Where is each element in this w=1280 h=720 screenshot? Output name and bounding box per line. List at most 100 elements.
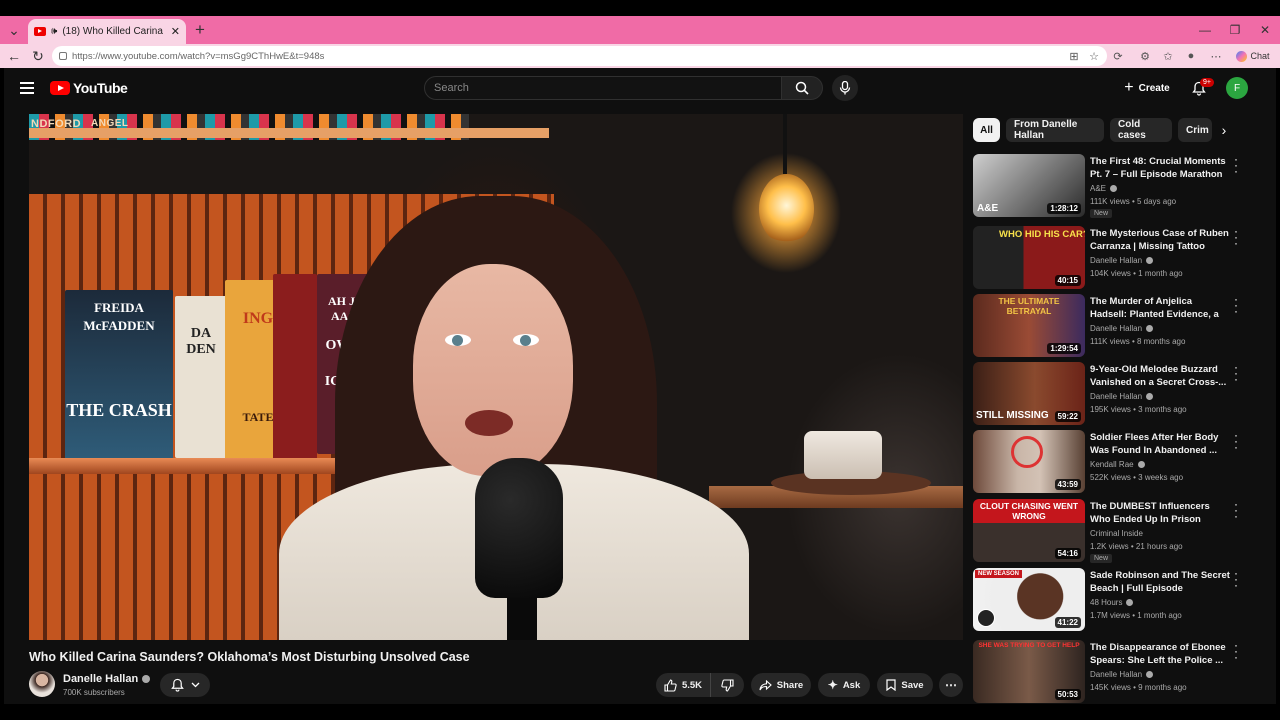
channel-name-text[interactable]: Danelle Hallan [1090,256,1142,265]
like-button[interactable]: 5.5K [656,673,710,697]
channel-name-text[interactable]: A&E [1090,184,1106,193]
channel-name-link[interactable]: Danelle Hallan [63,673,151,685]
video-thumbnail[interactable]: SHE WAS TRYING TO GET HELP 50:53 [973,640,1085,703]
video-title-link[interactable]: Soldier Flees After Her Body Was Found I… [1090,431,1230,457]
create-button[interactable]: + Create [1116,76,1178,100]
kebab-menu-icon[interactable]: · · · [1232,429,1240,453]
tab-list-chevron-icon[interactable]: ⌄ [2,16,26,44]
minimize-icon[interactable]: — [1190,16,1220,44]
chips-next-chevron-icon[interactable]: › [1214,120,1234,140]
thumb-highlight-circle [1011,436,1043,468]
channel-name-text[interactable]: 48 Hours [1090,598,1122,607]
chip-cold-cases[interactable]: Cold cases [1110,118,1172,142]
more-actions-button[interactable]: ⋯ [939,673,963,697]
kebab-menu-icon[interactable]: · · · [1232,498,1240,522]
page-scrollbar-track[interactable] [1264,68,1274,704]
window-close-icon[interactable]: ✕ [1250,16,1280,44]
account-avatar[interactable]: F [1226,77,1248,99]
restore-icon[interactable]: ❐ [1220,16,1250,44]
kebab-menu-icon[interactable]: · · · [1232,153,1240,177]
video-meta: 195K views • 3 months ago [1090,405,1187,414]
app-install-icon[interactable]: ⊞ [1063,44,1085,68]
video-meta: 1.7M views • 1 month ago [1090,611,1182,620]
extensions-puzzle-icon[interactable]: ⚙ [1134,44,1156,68]
thumb-overlay-text: A&E [977,203,999,214]
tab-close-icon[interactable]: ✕ [171,25,180,38]
new-tab-plus-icon[interactable]: + [188,16,212,44]
ask-button[interactable]: ✦ Ask [818,673,870,697]
video-thumbnail[interactable]: WHO HID HIS CAR? 40:15 [973,226,1085,289]
kebab-menu-icon[interactable]: · · · [1232,639,1240,663]
video-meta: 1.2K views • 21 hours ago [1090,542,1183,551]
video-player[interactable]: NDFORD ANGEL FREIDA McFADDEN THE CRASH D… [29,114,963,640]
video-title-link[interactable]: The Mysterious Case of Ruben Carranza | … [1090,227,1230,254]
more-menu-icon[interactable]: ⋯ [1205,44,1227,68]
video-title-link[interactable]: The Disappearance of Ebonee Spears: She … [1090,641,1230,667]
channel-name: Kendall Rae [1090,460,1145,469]
chip-all[interactable]: All [973,118,1000,142]
video-thumbnail[interactable]: A&E 1:28:12 [973,154,1085,217]
kebab-menu-icon[interactable]: · · · [1232,225,1240,249]
channel-name-text[interactable]: Kendall Rae [1090,460,1134,469]
chat-button[interactable]: Chat [1230,44,1276,68]
menu-hamburger-icon[interactable] [20,82,34,94]
video-thumbnail[interactable]: THE ULTIMATE BETRAYAL 1:29:54 [973,294,1085,357]
video-title-link[interactable]: The First 48: Crucial Moments Pt. 7 – Fu… [1090,155,1230,182]
speaker-icon[interactable]: 🕪 [51,26,57,37]
video-frame-book-fourth [273,274,317,460]
channel-name-text[interactable]: Danelle Hallan [1090,670,1142,679]
kebab-menu-icon[interactable]: · · · [1232,567,1240,591]
reload-icon[interactable]: ↻ [26,44,50,68]
share-button[interactable]: Share [751,673,811,697]
voice-search-button[interactable] [832,75,858,101]
recommendation-item[interactable]: SHE WAS TRYING TO GET HELP 50:53 The Dis… [973,639,1243,704]
browser-tab-active[interactable]: 🕪 (18) Who Killed Carina Saunde ✕ [28,19,186,44]
dislike-button[interactable] [710,673,744,697]
recommendation-item[interactable]: STILL MISSING 59:22 9-Year-Old Melodee B… [973,361,1243,428]
favorites-icon[interactable]: ✩ [1157,44,1179,68]
site-info-icon[interactable] [59,52,67,60]
recommendation-item[interactable]: 43:59 Soldier Flees After Her Body Was F… [973,429,1243,496]
channel-avatar[interactable] [29,671,55,697]
video-title-link[interactable]: The Murder of Anjelica Hadsell: Planted … [1090,295,1230,322]
profile-icon[interactable]: ● [1180,44,1202,68]
search-input[interactable]: Search [424,76,782,100]
chip-from-danelle-hallan[interactable]: From Danelle Hallan [1006,118,1104,142]
youtube-play-logo-icon [50,81,70,95]
channel-name-text[interactable]: Danelle Hallan [63,673,138,685]
recommendation-item[interactable]: CLOUT CHASING WENT WRONG 54:16 The DUMBE… [973,498,1243,565]
video-title-link[interactable]: The DUMBEST Influencers Who Ended Up In … [1090,500,1230,526]
channel-name-text[interactable]: Criminal Inside [1090,529,1143,538]
new-badge: New [1090,209,1113,218]
recommendation-item[interactable]: A&E 1:28:12 The First 48: Crucial Moment… [973,153,1243,220]
address-bar[interactable]: https://www.youtube.com/watch?v=msGg9CTh… [52,46,1107,66]
extension-refresh-icon[interactable]: ⟳ [1107,44,1129,68]
plus-icon: + [1124,79,1134,96]
chip-crime[interactable]: Crim [1178,118,1212,142]
save-button[interactable]: Save [877,673,933,697]
back-arrow-icon[interactable]: ← [2,44,26,68]
kebab-menu-icon[interactable]: · · · [1232,293,1240,317]
channel-name-text[interactable]: Danelle Hallan [1090,324,1142,333]
video-thumbnail[interactable]: STILL MISSING 59:22 [973,362,1085,425]
video-thumbnail[interactable]: 43:59 [973,430,1085,493]
video-title-link[interactable]: Sade Robinson and The Secret Beach | Ful… [1090,569,1230,595]
create-label: Create [1138,82,1170,94]
subscribed-notifications-button[interactable] [160,673,210,697]
video-frame-candle [804,431,882,479]
duration-badge: 1:29:54 [1047,343,1081,354]
video-thumbnail[interactable]: CLOUT CHASING WENT WRONG 54:16 [973,499,1085,562]
video-title-link[interactable]: 9-Year-Old Melodee Buzzard Vanished on a… [1090,363,1230,389]
recommendation-item[interactable]: WHO HID HIS CAR? 40:15 The Mysterious Ca… [973,225,1243,292]
recommendation-item[interactable]: THE ULTIMATE BETRAYAL 1:29:54 The Murder… [973,293,1243,360]
youtube-logo[interactable]: YouTube [50,80,128,96]
video-thumbnail[interactable]: NEW SEASON 41:22 [973,568,1085,631]
kebab-menu-icon[interactable]: · · · [1232,361,1240,385]
more-horizontal-icon: ⋯ [945,678,957,692]
search-icon [795,81,809,95]
bookmark-star-icon[interactable]: ☆ [1083,44,1105,68]
search-button[interactable] [781,76,823,100]
recommendation-item[interactable]: NEW SEASON 41:22 Sade Robinson and The S… [973,567,1243,634]
duration-badge: 41:22 [1054,617,1081,628]
channel-name-text[interactable]: Danelle Hallan [1090,392,1142,401]
